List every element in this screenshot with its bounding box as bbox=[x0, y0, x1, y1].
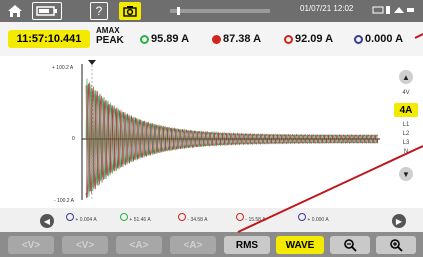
channel-l2[interactable]: L2 bbox=[392, 131, 420, 137]
ymin-label: - 100.2 A bbox=[54, 198, 75, 204]
waveform-trace-2 bbox=[85, 82, 379, 198]
zoom-in-button[interactable] bbox=[376, 236, 416, 254]
phase3-small-icon bbox=[236, 213, 244, 221]
channel-n[interactable]: N bbox=[392, 149, 420, 155]
channel-4v[interactable]: 4V bbox=[392, 90, 420, 96]
rms-button[interactable]: RMS bbox=[224, 236, 270, 254]
cursor-v3: - 34.58 A bbox=[187, 217, 208, 223]
amax-peak-label: AMAX PEAK bbox=[96, 26, 124, 46]
waveform-chart[interactable]: + 100.2 A 0 - 100.2 A bbox=[0, 56, 423, 208]
ymax-label: + 100.2 A bbox=[52, 65, 74, 71]
zoom-out-icon bbox=[344, 239, 357, 252]
measurement-an: 0.000 A bbox=[354, 33, 403, 45]
channel-l1[interactable]: L1 bbox=[392, 122, 420, 128]
cursor-right-button[interactable]: ▶ bbox=[392, 214, 406, 228]
measurement-a2: 87.38 A bbox=[212, 33, 261, 45]
wave-button[interactable]: WAVE bbox=[276, 236, 324, 254]
phase3-icon bbox=[284, 34, 293, 44]
neutral-small-icon bbox=[66, 213, 74, 221]
home-icon[interactable] bbox=[4, 2, 26, 20]
cursor-values-row bbox=[0, 208, 423, 232]
cursor-v5: + 0.000 A bbox=[307, 217, 329, 223]
zoom-out-button[interactable] bbox=[330, 236, 370, 254]
current-mode-button-1[interactable]: <A> bbox=[116, 236, 162, 254]
a2-value: 87.38 A bbox=[223, 33, 262, 45]
phase2-small-icon bbox=[178, 213, 186, 221]
current-mode-button-2[interactable]: <A> bbox=[170, 236, 216, 254]
a1-value: 95.89 A bbox=[151, 33, 190, 45]
measurement-a1: 95.89 A bbox=[140, 33, 189, 45]
instrument-screen: ? 01/07/21 12:02 11:57:10.441 AMAX PEAK … bbox=[0, 0, 423, 257]
cursor-v1: + 0.004 A bbox=[75, 217, 97, 223]
n-small-icon bbox=[298, 213, 306, 221]
channel-4a[interactable]: 4A bbox=[394, 103, 418, 117]
record-progress-bar bbox=[170, 7, 270, 15]
datetime: 01/07/21 12:02 bbox=[300, 4, 354, 13]
cursor-v2: + 51.46 A bbox=[129, 217, 151, 223]
phase1-icon bbox=[140, 34, 149, 44]
channel-l3[interactable]: L3 bbox=[392, 140, 420, 146]
help-icon[interactable]: ? bbox=[90, 2, 108, 20]
cursor-v4: - 15.58 A bbox=[245, 217, 266, 223]
phase2-icon bbox=[212, 34, 221, 44]
phase1-small-icon bbox=[120, 213, 128, 221]
cursor-value-phase1: + 51.46 A bbox=[120, 213, 151, 223]
ymid-label: 0 bbox=[72, 136, 75, 142]
waveform-plot[interactable] bbox=[0, 56, 423, 208]
cursor-value-phase3: - 15.58 A bbox=[236, 213, 265, 223]
cursor-left-button[interactable]: ◀ bbox=[40, 214, 54, 228]
status-icons bbox=[372, 4, 416, 18]
neutral-icon bbox=[354, 34, 363, 44]
camera-icon[interactable] bbox=[119, 2, 141, 20]
cursor-value-neutral: + 0.004 A bbox=[66, 213, 97, 223]
scroll-down-button[interactable]: ▼ bbox=[399, 167, 413, 181]
peak-label: PEAK bbox=[96, 35, 124, 46]
measurement-a3: 92.09 A bbox=[284, 33, 333, 45]
time-readout: 11:57:10.441 bbox=[8, 30, 90, 48]
waveform-traces bbox=[85, 78, 379, 199]
voltage-mode-button-2[interactable]: <V> bbox=[62, 236, 108, 254]
an-value: 0.000 A bbox=[365, 33, 404, 45]
scroll-up-button[interactable]: ▲ bbox=[399, 70, 413, 84]
voltage-mode-button-1[interactable]: <V> bbox=[8, 236, 54, 254]
cursor-value-phase2: - 34.58 A bbox=[178, 213, 207, 223]
cursor-value-n: + 0.000 A bbox=[298, 213, 329, 223]
a3-value: 92.09 A bbox=[295, 33, 334, 45]
cursor-marker-icon[interactable] bbox=[88, 60, 96, 65]
zoom-in-icon bbox=[390, 239, 403, 252]
battery-icon[interactable] bbox=[32, 2, 62, 20]
